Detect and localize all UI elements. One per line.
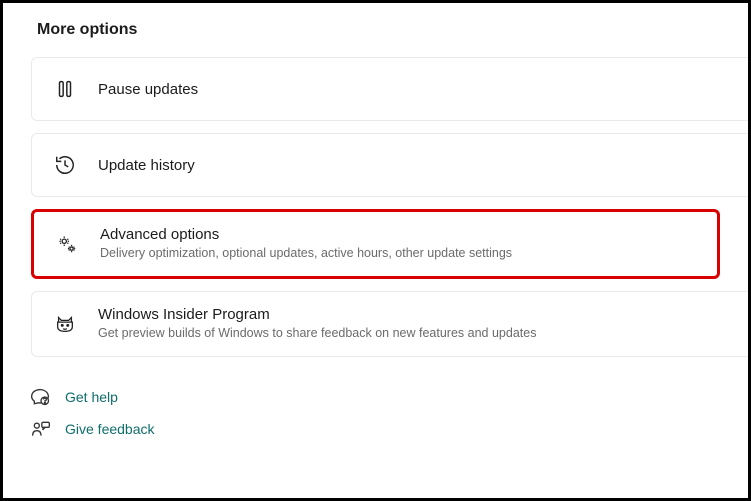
help-icon	[31, 387, 51, 407]
footer-link-label: Get help	[65, 389, 118, 405]
feedback-icon	[31, 419, 51, 439]
footer-link-label: Give feedback	[65, 421, 155, 437]
option-text: Advanced options Delivery optimization, …	[100, 226, 512, 262]
option-text: Update history	[98, 157, 195, 174]
gears-icon	[56, 233, 78, 255]
option-text: Pause updates	[98, 81, 198, 98]
give-feedback-link[interactable]: Give feedback	[31, 419, 748, 439]
ninja-cat-icon	[54, 313, 76, 335]
option-title: Update history	[98, 157, 195, 174]
get-help-link[interactable]: Get help	[31, 387, 748, 407]
option-update-history[interactable]: Update history	[31, 133, 748, 197]
footer-links: Get help Give feedback	[3, 387, 748, 439]
option-title: Pause updates	[98, 81, 198, 98]
option-title: Windows Insider Program	[98, 306, 536, 323]
options-list: Pause updates Update history Advanced op…	[3, 57, 748, 357]
option-subtitle: Delivery optimization, optional updates,…	[100, 245, 512, 262]
option-advanced-options[interactable]: Advanced options Delivery optimization, …	[31, 209, 720, 279]
option-text: Windows Insider Program Get preview buil…	[98, 306, 536, 342]
section-heading: More options	[37, 21, 748, 39]
history-icon	[54, 154, 76, 176]
option-subtitle: Get preview builds of Windows to share f…	[98, 325, 536, 342]
option-pause-updates[interactable]: Pause updates	[31, 57, 748, 121]
option-insider-program[interactable]: Windows Insider Program Get preview buil…	[31, 291, 748, 357]
option-title: Advanced options	[100, 226, 512, 243]
pause-icon	[54, 78, 76, 100]
